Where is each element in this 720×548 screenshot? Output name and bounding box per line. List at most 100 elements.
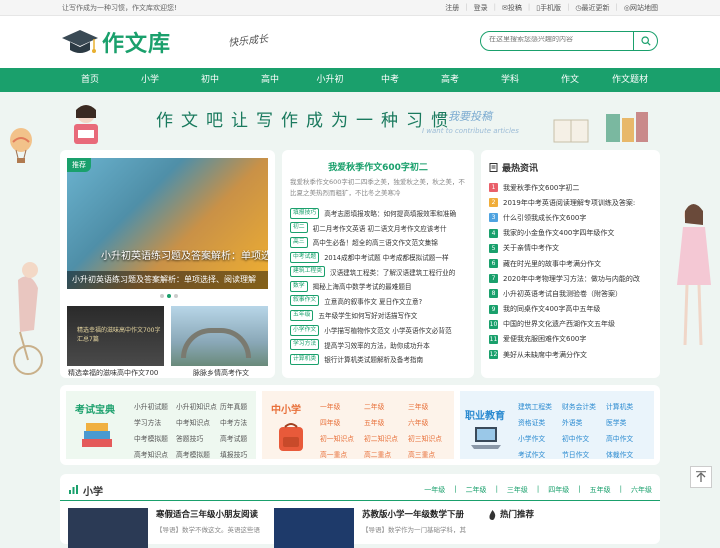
category-link[interactable]: 考试作文 [518,449,562,459]
list-item-title[interactable]: 小升初英语考试自我测验卷（附答案） [503,289,622,299]
featured-title[interactable]: 我爱秋季作文600字初二 [282,160,474,173]
category-link[interactable]: 初二知识点 [364,433,408,443]
list-item[interactable]: 5 关于亲情中考作文 [489,241,657,256]
category-link[interactable]: 中考知识点 [176,417,220,427]
category-link[interactable]: 高三重点 [408,449,450,459]
article-thumb[interactable] [68,508,148,548]
category-link[interactable]: 学习方法 [134,417,176,427]
category-link[interactable]: 计算机类 [606,401,648,411]
grade-tab[interactable]: 二年级 [466,485,487,495]
nav-primary[interactable]: 小学 [120,68,180,92]
article-title[interactable]: 苏教版小学一年级数学下册 [362,508,464,520]
thumb-caption[interactable]: 脉脉乡情高考作文 [193,368,249,378]
list-item-title[interactable]: 2020年中考物理学习方法：做功与内能的改 [503,274,640,284]
category-link[interactable]: 高一重点 [320,449,364,459]
category-tag[interactable]: 计算机类 [290,353,320,365]
nav-essay-topics[interactable]: 作文题材 [600,68,660,92]
category-tag[interactable]: 建筑工程类 [290,266,325,278]
grade-tab[interactable]: 一年级 [424,485,445,495]
list-item-title[interactable]: 2014成都中考试题 中考成都模拟试题一样 [324,252,448,262]
list-item[interactable]: 五年级 五年级学生如何写好对话描写作文 [290,308,470,323]
nav-zhongkao[interactable]: 中考 [360,68,420,92]
list-item-title[interactable]: 高中生必备！超全的高三语文作文范文集锦 [313,237,438,247]
category-link[interactable]: 外语类 [562,417,606,427]
list-item-title[interactable]: 我的同桌作文400字高中五年级 [503,304,600,314]
list-item[interactable]: 12 美好从未缺席中考满分作文 [489,347,657,362]
list-item[interactable]: 高三 高中生必备！超全的高三语文作文范文集锦 [290,235,470,250]
list-item-title[interactable]: 汉语建筑工程类：了解汉语建筑工程行业的 [330,267,455,277]
category-link[interactable]: 四年级 [320,417,364,427]
category-link[interactable]: 六年级 [408,417,450,427]
exam-category-title[interactable]: 考试宝典 [75,401,115,416]
category-tag[interactable]: 小学作文 [290,324,320,336]
category-tag[interactable]: 叙事作文 [290,295,320,307]
category-link[interactable]: 高考试题 [220,433,256,443]
category-link[interactable]: 小学作文 [518,433,562,443]
list-item-title[interactable]: 银行计算机类试题解析及备考指南 [324,354,423,364]
list-item-title[interactable]: 五年级学生如何写好对话描写作文 [318,310,417,320]
category-tag[interactable]: 高三 [290,236,308,248]
category-tag[interactable]: 学习方法 [290,339,320,351]
category-link[interactable]: 医学类 [606,417,648,427]
register-link[interactable]: 注册 [445,3,459,13]
category-tag[interactable]: 初二 [290,222,308,234]
list-item-title[interactable]: 2019年中考英语阅读理解专项训练及答案: [503,198,635,208]
category-tag[interactable]: 数学 [290,280,308,292]
login-link[interactable]: 登录 [474,3,488,13]
category-link[interactable]: 一年级 [320,401,364,411]
category-tag[interactable]: 中考试题 [290,251,320,263]
list-item-title[interactable]: 中国的世界文化遗产西湖作文五年级 [503,319,615,329]
nav-senior[interactable]: 高中 [240,68,300,92]
list-item[interactable]: 叙事作文 立意高的叙事作文 夏日作文立意? [290,294,470,309]
list-item[interactable]: 9 我的同桌作文400字高中五年级 [489,302,657,317]
category-link[interactable]: 资格证类 [518,417,562,427]
sitemap-link[interactable]: ◎网站地图 [624,3,658,13]
category-link[interactable]: 高二重点 [364,449,408,459]
list-item[interactable]: 7 2020年中考物理学习方法：做功与内能的改 [489,271,657,286]
slider-dot[interactable] [160,294,164,298]
category-tag[interactable]: 填报技巧 [290,207,320,219]
list-item-title[interactable]: 高考志愿填报攻略：如何提高填报效率和准确 [324,208,456,218]
list-item[interactable]: 2 2019年中考英语阅读理解专项训练及答案: [489,195,657,210]
list-item[interactable]: 11 爱便我充服困难作文600字 [489,332,657,347]
category-link[interactable]: 高中作文 [606,433,648,443]
slider-dot-active[interactable] [167,294,171,298]
career-category-title[interactable]: 职业教育 [465,407,505,422]
article-thumb[interactable] [274,508,354,548]
list-item[interactable]: 8 小升初英语考试自我测验卷（附答案） [489,286,657,301]
list-item-title[interactable]: 提高学习效率的方法，助你成功升本 [324,340,430,350]
category-link[interactable]: 小升初知识点 [176,401,220,411]
list-item[interactable]: 1 我爱秋季作文600字初二 [489,180,657,195]
category-link[interactable]: 体裁作文 [606,449,648,459]
list-item-title[interactable]: 小学描写植物作文范文 小学英语作文必背范 [324,325,451,335]
site-logo[interactable]: 作文库 [60,26,171,58]
category-link[interactable]: 历年真题 [220,401,256,411]
mobile-link[interactable]: ▯手机版 [536,3,561,13]
category-link[interactable]: 五年级 [364,417,408,427]
category-link[interactable]: 填报技巧 [220,449,256,459]
thumb-image[interactable]: 精选幸福的滋味高中作文700字汇总7篇 [67,306,164,366]
section-title[interactable]: 小学 [83,483,103,498]
list-item[interactable]: 学习方法 提高学习效率的方法，助你成功升本 [290,337,470,352]
nav-gaokao[interactable]: 高考 [420,68,480,92]
grade-tab[interactable]: 三年级 [507,485,528,495]
slider-dot[interactable] [174,294,178,298]
thumb-caption[interactable]: 精选幸福的滋味高中作文700 [68,368,158,378]
category-link[interactable]: 二年级 [364,401,408,411]
nav-xiaoshengchu[interactable]: 小升初 [300,68,360,92]
search-button[interactable] [633,31,657,51]
list-item[interactable]: 中考试题 2014成都中考试题 中考成都模拟试题一样 [290,250,470,265]
category-link[interactable]: 初三知识点 [408,433,450,443]
list-item[interactable]: 数学 揭秘上海高中数学考试的最难题目 [290,279,470,294]
category-link[interactable]: 初一知识点 [320,433,364,443]
nav-junior[interactable]: 初中 [180,68,240,92]
category-link[interactable]: 答题技巧 [176,433,220,443]
list-item[interactable]: 3 什么引领我成长作文600字 [489,210,657,225]
list-item-title[interactable]: 揭秘上海高中数学考试的最难题目 [313,281,412,291]
category-link[interactable]: 小升初试题 [134,401,176,411]
list-item-title[interactable]: 美好从未缺席中考满分作文 [503,350,587,360]
back-to-top-button[interactable] [690,466,712,488]
contribute-link[interactable]: ✉投稿 [502,3,522,13]
list-item-title[interactable]: 立意高的叙事作文 夏日作文立意? [324,296,422,306]
list-item-title[interactable]: 什么引领我成长作文600字 [503,213,586,223]
